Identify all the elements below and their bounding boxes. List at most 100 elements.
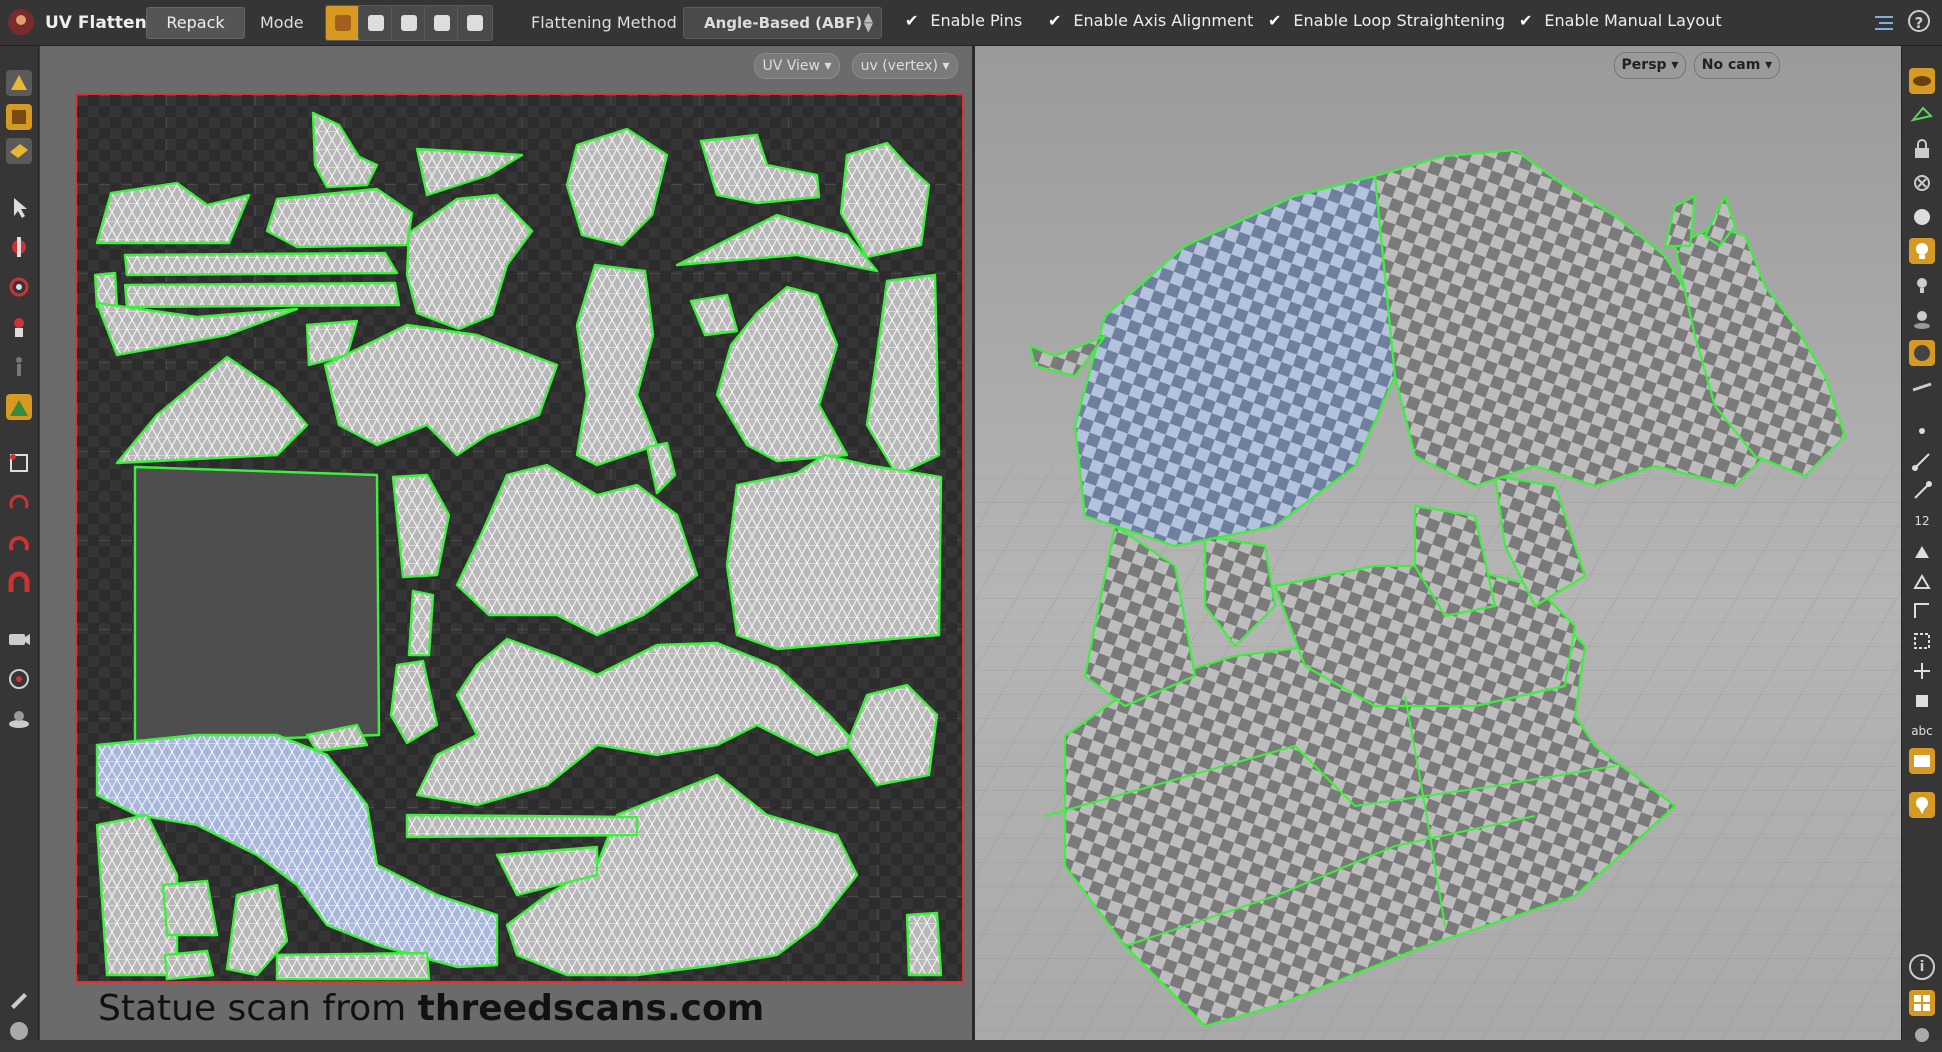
uv-unit-square[interactable]	[75, 93, 964, 983]
enable-manual-layout-checkbox[interactable]: ✔ Enable Manual Layout	[1519, 11, 1722, 30]
normal-display-icon[interactable]	[1909, 448, 1935, 474]
perspective-menu[interactable]: Persp ▾	[1614, 52, 1686, 79]
mode-label: Mode	[260, 13, 304, 32]
help-icon[interactable]: ?	[1908, 10, 1930, 32]
uv-island	[123, 251, 399, 277]
background-image-icon[interactable]	[1909, 748, 1935, 774]
camera-menu[interactable]: No cam ▾	[1694, 52, 1780, 79]
render-region-icon[interactable]	[6, 706, 32, 732]
prim-numbers-icon[interactable]	[1909, 538, 1935, 564]
viewport-scene	[975, 148, 1902, 1040]
uv-island	[323, 323, 559, 457]
brush-icon[interactable]	[6, 986, 32, 1012]
flattening-method-value: Angle-Based (ABF)	[704, 14, 863, 32]
uv-view-menu[interactable]: UV View ▾	[754, 53, 840, 79]
location-icon[interactable]	[1909, 792, 1935, 818]
uv-viewport[interactable]: UV View ▾ uv (vertex) ▾	[40, 46, 972, 1040]
snap-prim-icon[interactable]	[6, 490, 32, 516]
tool-name: UV Flatten	[45, 13, 147, 33]
shadow-light-icon[interactable]	[1909, 306, 1935, 332]
display-options-icon[interactable]	[1909, 68, 1935, 94]
uv-island	[575, 263, 659, 467]
uv-island	[689, 293, 739, 337]
light-icon[interactable]	[1909, 272, 1935, 298]
uv-island	[95, 301, 299, 357]
uv-flatten-tool-icon[interactable]	[8, 9, 34, 35]
enable-axis-alignment-checkbox[interactable]: ✔ Enable Axis Alignment	[1048, 11, 1253, 30]
pose-tool-icon[interactable]	[6, 354, 32, 380]
snap-multi-icon[interactable]	[6, 570, 32, 596]
info-icon[interactable]: i	[1909, 954, 1935, 980]
handle-tool-icon[interactable]	[6, 394, 32, 420]
rotate-tool-icon[interactable]	[6, 274, 32, 300]
select-arrow-icon[interactable]	[6, 194, 32, 220]
uv-island	[95, 181, 251, 245]
uv-island	[389, 659, 439, 745]
uv-island	[93, 271, 119, 309]
mode-pin-icon[interactable]	[325, 5, 361, 41]
uv-island	[839, 141, 931, 259]
uv-island	[905, 911, 943, 977]
uv-island	[645, 441, 677, 495]
right-display-shelf: 12 abc i	[1901, 46, 1942, 1042]
prim-normal-icon[interactable]	[1909, 478, 1935, 504]
move-tool-icon[interactable]	[6, 234, 32, 260]
snap-point-icon[interactable]	[6, 530, 32, 556]
repack-button[interactable]: Repack	[146, 7, 245, 39]
scene-viewport[interactable]: Persp ▾ No cam ▾	[975, 46, 1902, 1040]
visualizer-icon[interactable]	[1909, 374, 1935, 400]
checkmark-icon: ✔	[1519, 11, 1533, 30]
uv-island	[715, 285, 849, 463]
xray-icon[interactable]	[1909, 170, 1935, 196]
uv-island	[161, 879, 219, 937]
selection-mode-icon[interactable]	[6, 70, 32, 96]
uv-island	[725, 453, 943, 651]
profile-numbers-icon[interactable]	[1909, 568, 1935, 594]
ghost-objects-icon[interactable]	[1909, 102, 1935, 128]
render-icon[interactable]	[6, 1018, 32, 1044]
checkmark-icon: ✔	[1048, 11, 1062, 30]
uv-attribute-menu[interactable]: uv (vertex) ▾	[852, 53, 958, 79]
uv-island	[115, 355, 309, 465]
uv-island	[133, 465, 381, 745]
scale-tool-icon[interactable]	[6, 314, 32, 340]
vector-display-icon[interactable]	[1909, 658, 1935, 684]
box-select-icon[interactable]	[6, 104, 32, 130]
breakpoint-icon[interactable]	[1909, 598, 1935, 624]
lock-icon[interactable]	[1909, 136, 1935, 162]
uv-display-icon[interactable]	[1909, 628, 1935, 654]
uv-island	[391, 473, 451, 579]
uv-island	[123, 281, 401, 309]
flattening-method-label: Flattening Method	[531, 13, 677, 32]
top-toolbar: UV Flatten Repack Mode Flattening Method…	[0, 0, 1942, 46]
flattening-method-select[interactable]: Angle-Based (ABF) ▲ ▼	[683, 7, 882, 39]
view-tool-icon[interactable]	[6, 666, 32, 692]
uv-island	[845, 683, 939, 787]
camera-menu-icon[interactable]	[1909, 1022, 1935, 1048]
caption-site: threedscans.com	[417, 988, 765, 1029]
enable-loop-straightening-checkbox[interactable]: ✔ Enable Loop Straightening	[1268, 11, 1505, 30]
headlight-icon[interactable]	[1909, 238, 1935, 264]
camera-icon[interactable]	[6, 626, 32, 652]
uv-island	[865, 273, 941, 477]
enable-pins-checkbox[interactable]: ✔ Enable Pins	[905, 11, 1022, 30]
texture-icon[interactable]	[1909, 340, 1935, 366]
point-display-icon[interactable]	[1909, 418, 1935, 444]
mode-straighten-icon[interactable]	[391, 5, 427, 41]
mode-grid-icon[interactable]	[457, 5, 493, 41]
checkmark-icon: ✔	[1268, 11, 1282, 30]
attribute-text-icon[interactable]: abc	[1907, 718, 1937, 744]
component-select-icon[interactable]	[6, 138, 32, 164]
uv-island	[265, 187, 414, 249]
snap-grid-icon[interactable]	[6, 450, 32, 476]
uv-island	[407, 589, 435, 657]
uv-island	[163, 949, 215, 981]
point-numbers-icon[interactable]: 12	[1909, 508, 1935, 534]
mode-layout-icon[interactable]	[424, 5, 460, 41]
mode-edit-icon[interactable]	[358, 5, 394, 41]
layout-icon[interactable]	[1909, 990, 1935, 1016]
hull-display-icon[interactable]	[1909, 688, 1935, 714]
toolbar-options-icon[interactable]	[1873, 12, 1895, 34]
shading-icon[interactable]	[1909, 204, 1935, 230]
left-tool-shelf	[0, 46, 39, 1040]
